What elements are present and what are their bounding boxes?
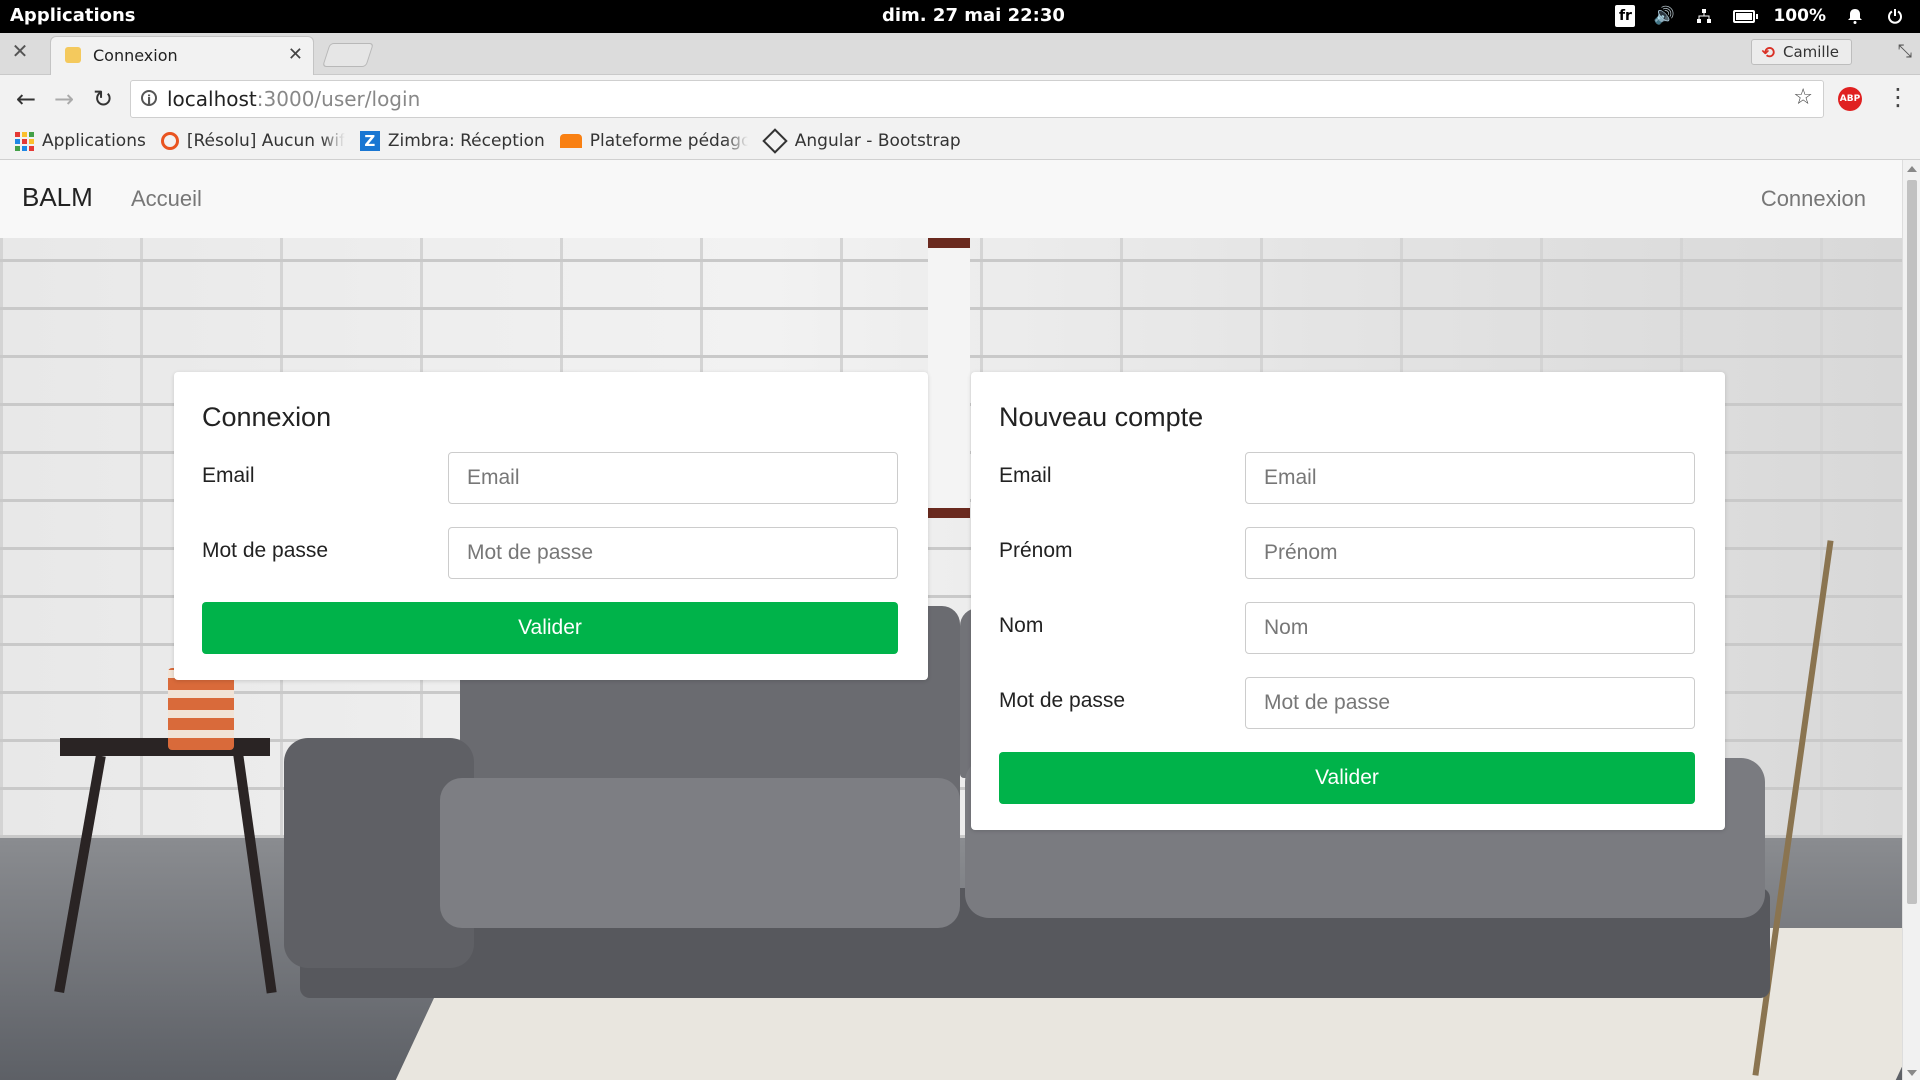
notification-bell-icon[interactable] — [1844, 4, 1866, 28]
os-top-bar: Applications dim. 27 mai 22:30 fr 🔊 100% — [0, 0, 1920, 33]
url-host: localhost — [167, 87, 257, 111]
moodle-icon — [559, 134, 582, 148]
wall-frame — [928, 238, 970, 518]
browser-tab-strip: ✕ Connexion ✕ ⟲ Camille ⤡ — [0, 33, 1920, 75]
scrollbar-thumb[interactable] — [1907, 180, 1917, 904]
login-card: Connexion Email Mot de passe Valider — [174, 372, 928, 680]
signup-email-label: Email — [999, 464, 1052, 487]
window-restore-icon[interactable]: ⤡ — [1898, 41, 1912, 62]
apps-grid-icon — [15, 131, 34, 151]
bookmark-label: Plateforme pédagog — [589, 131, 748, 151]
page-viewport: BALM Accueil Connexion Connexion Email M… — [0, 160, 1902, 1080]
ubuntu-icon — [160, 132, 179, 150]
bookmark-label: Zimbra: Réception — [387, 131, 545, 151]
reload-icon[interactable]: ↻ — [89, 85, 117, 113]
site-info-icon[interactable]: i — [141, 90, 157, 107]
browser-toolbar: ← → ↻ i localhost:3000/user/login ☆ ABP … — [0, 75, 1920, 123]
bookmark-star-icon[interactable]: ☆ — [1793, 85, 1813, 110]
url-text: localhost:3000/user/login — [167, 87, 420, 111]
scroll-up-arrow-icon[interactable] — [1907, 166, 1917, 172]
battery-percentage: 100% — [1773, 6, 1826, 26]
keyboard-layout-indicator[interactable]: fr — [1615, 5, 1636, 27]
signup-email-input[interactable] — [1245, 452, 1695, 504]
login-password-input[interactable] — [448, 527, 898, 579]
signup-password-label: Mot de passe — [999, 689, 1126, 712]
login-email-input[interactable] — [448, 452, 898, 504]
profile-button[interactable]: ⟲ Camille — [1750, 39, 1852, 65]
signup-password-input[interactable] — [1245, 677, 1695, 729]
window-close-icon[interactable]: ✕ — [10, 41, 30, 61]
signup-firstname-input[interactable] — [1245, 527, 1695, 579]
tab-title: Connexion — [93, 46, 178, 65]
address-bar[interactable]: i localhost:3000/user/login ☆ — [130, 80, 1824, 118]
profile-sync-icon: ⟲ — [1761, 42, 1775, 62]
bookmark-applications[interactable]: Applications — [15, 131, 146, 151]
signup-card: Nouveau compte Email Prénom Nom Mot de p… — [971, 372, 1725, 830]
adblock-extension-icon[interactable]: ABP — [1838, 87, 1862, 111]
back-arrow-icon[interactable]: ← — [12, 85, 40, 113]
bookmark-label: Angular - Bootstrap — [794, 131, 961, 151]
os-applications-menu[interactable]: Applications — [10, 5, 136, 26]
vase — [168, 668, 234, 750]
side-table — [60, 738, 270, 756]
scroll-down-arrow-icon[interactable] — [1907, 1070, 1917, 1076]
browser-menu-icon[interactable]: ⋮ — [1886, 83, 1910, 111]
tab-close-icon[interactable]: ✕ — [288, 44, 303, 65]
site-brand[interactable]: BALM — [22, 182, 93, 213]
network-icon[interactable] — [1693, 4, 1715, 28]
signup-lastname-label: Nom — [999, 614, 1044, 637]
signup-lastname-input[interactable] — [1245, 602, 1695, 654]
battery-icon[interactable] — [1733, 4, 1759, 28]
browser-tab[interactable]: Connexion ✕ — [50, 36, 314, 75]
nav-link-home[interactable]: Accueil — [131, 186, 202, 212]
tab-favicon-icon — [65, 47, 81, 63]
os-tray: fr 🔊 100% — [1615, 4, 1906, 28]
bookmark-ubuntu-forum[interactable]: [Résolu] Aucun wifi | — [160, 131, 345, 151]
zimbra-icon: Z — [359, 131, 380, 151]
codepen-icon — [762, 128, 788, 154]
url-path: :3000/user/login — [256, 87, 421, 111]
profile-name: Camille — [1782, 43, 1839, 61]
forward-arrow-icon[interactable]: → — [50, 85, 78, 113]
bookmark-moodle[interactable]: Plateforme pédagog — [559, 131, 748, 151]
login-submit-button[interactable]: Valider — [202, 602, 898, 654]
bookmark-angular-bootstrap[interactable]: Angular - Bootstrap — [762, 128, 961, 154]
bookmark-label: Applications — [42, 131, 146, 151]
login-email-label: Email — [202, 464, 255, 487]
os-clock[interactable]: dim. 27 mai 22:30 — [882, 5, 1065, 26]
signup-firstname-label: Prénom — [999, 539, 1073, 562]
login-card-title: Connexion — [202, 402, 332, 432]
new-tab-button[interactable] — [322, 43, 374, 67]
volume-icon[interactable]: 🔊 — [1653, 4, 1675, 28]
power-icon[interactable] — [1884, 4, 1906, 28]
bookmark-label: [Résolu] Aucun wifi | — [186, 131, 345, 151]
page-scrollbar[interactable] — [1902, 160, 1920, 1080]
signup-submit-button[interactable]: Valider — [999, 752, 1695, 804]
bookmark-zimbra[interactable]: Z Zimbra: Réception — [359, 131, 545, 151]
bookmarks-bar: Applications [Résolu] Aucun wifi | Z Zim… — [0, 123, 1920, 160]
sofa-seat — [440, 778, 960, 928]
site-navbar: BALM Accueil Connexion — [0, 160, 1902, 238]
login-password-label: Mot de passe — [202, 539, 329, 562]
background-living-room-image: Connexion Email Mot de passe Valider Nou… — [0, 238, 1902, 1080]
nav-link-login[interactable]: Connexion — [1761, 186, 1866, 212]
signup-card-title: Nouveau compte — [999, 402, 1204, 432]
